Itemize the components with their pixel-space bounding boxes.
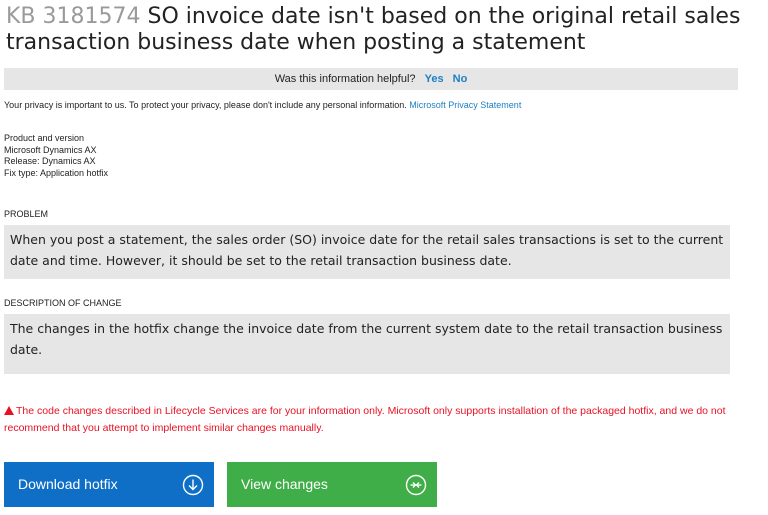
product-line: Fix type: Application hotfix <box>4 167 109 178</box>
feedback-no-link[interactable]: No <box>453 73 468 85</box>
privacy-statement-link[interactable]: Microsoft Privacy Statement <box>409 100 521 110</box>
feedback-yes-link[interactable]: Yes <box>425 73 444 85</box>
product-line: Release: Dynamics AX <box>4 156 96 166</box>
view-changes-label: View changes <box>241 476 328 492</box>
warning-notice: The code changes described in Lifecycle … <box>4 403 734 437</box>
problem-label: PROBLEM <box>4 209 49 219</box>
description-label: DESCRIPTION OF CHANGE <box>4 298 122 308</box>
product-line: Microsoft Dynamics AX <box>4 144 97 155</box>
page-title: KB 3181574 SO invoice date isn't based o… <box>6 4 746 56</box>
download-hotfix-label: Download hotfix <box>18 476 118 492</box>
warning-text: The code changes described in Lifecycle … <box>4 405 726 434</box>
privacy-text: Your privacy is important to us. To prot… <box>4 100 407 110</box>
feedback-bar: Was this information helpful? Yes No <box>4 68 738 90</box>
product-heading: Product and version <box>4 133 85 143</box>
product-info: Product and version Microsoft Dynamics A… <box>4 133 108 179</box>
description-box: The changes in the hotfix change the inv… <box>4 314 730 374</box>
compare-circle-icon <box>405 474 427 496</box>
download-hotfix-button[interactable]: Download hotfix <box>4 462 214 507</box>
download-circle-icon <box>182 474 204 496</box>
view-changes-button[interactable]: View changes <box>227 462 437 507</box>
problem-box: When you post a statement, the sales ord… <box>4 225 730 279</box>
kb-number: KB 3181574 <box>6 4 141 29</box>
privacy-notice: Your privacy is important to us. To prot… <box>4 99 744 111</box>
warning-icon <box>4 406 14 415</box>
feedback-question: Was this information helpful? <box>274 73 416 85</box>
